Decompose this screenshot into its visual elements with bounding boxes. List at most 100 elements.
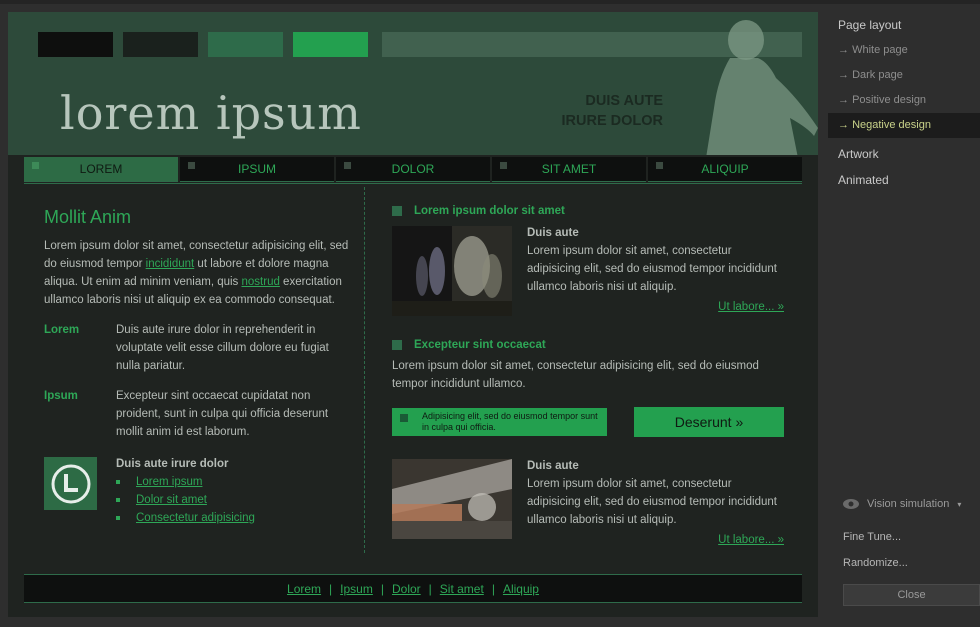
nostrud-link[interactable]: nostrud <box>242 276 280 288</box>
color-swatch-green <box>208 32 283 57</box>
banner: lorem ipsum DUIS AUTE IRURE DOLOR <box>8 12 818 155</box>
promo-row: Adipisicing elit, sed do eiusmod tempor … <box>392 407 784 437</box>
randomize-button[interactable]: Randomize... <box>843 557 908 569</box>
box-link[interactable]: Consectetur adipisicing <box>136 512 255 524</box>
tagline-line1: DUIS AUTE <box>585 93 663 109</box>
eye-icon <box>843 499 859 509</box>
footer-link-ipsum[interactable]: Ipsum <box>340 582 373 596</box>
arrow-right-icon: → <box>838 44 853 56</box>
color-swatch-black <box>38 32 113 57</box>
promo-box: Adipisicing elit, sed do eiusmod tempor … <box>392 408 607 436</box>
link-box-list: Lorem ipsum Dolor sit amet Consectetur a… <box>116 473 255 527</box>
list-item: Consectetur adipisicing <box>116 509 255 527</box>
left-column: Mollit Anim Lorem ipsum dolor sit amet, … <box>44 197 349 527</box>
tagline-line2: IRURE DOLOR <box>561 113 664 129</box>
link-box: Duis aute irure dolor Lorem ipsum Dolor … <box>44 457 349 527</box>
artwork-option[interactable]: Artwork <box>828 141 980 167</box>
tagline: DUIS AUTE IRURE DOLOR <box>562 91 664 131</box>
footer-link-aliquip[interactable]: Aliquip <box>503 582 539 596</box>
section-paragraph: Lorem ipsum dolor sit amet, consectetur … <box>392 360 759 390</box>
color-swatch-bright-green <box>293 32 368 57</box>
left-heading: Mollit Anim <box>44 207 132 227</box>
nav-item-aliquip[interactable]: ALIQUIP <box>648 157 802 182</box>
design-preview: lorem ipsum DUIS AUTE IRURE DOLOR LOREM I… <box>8 12 818 617</box>
read-more-link[interactable]: Ut labore... » <box>527 531 784 549</box>
nav-item-label: IPSUM <box>237 162 276 176</box>
close-button[interactable]: Close <box>843 584 980 606</box>
footer-link-lorem[interactable]: Lorem <box>287 582 321 596</box>
crowd-photo-thumbnail[interactable] <box>392 226 512 316</box>
deserunt-button[interactable]: Deserunt » <box>634 407 784 437</box>
right-column: Lorem ipsum dolor sit amet Duis aute Lor… <box>392 202 784 551</box>
read-more-link[interactable]: Ut labore... » <box>527 298 784 316</box>
article-text: Duis aute Lorem ipsum dolor sit amet, co… <box>527 459 784 551</box>
arrow-right-icon: → <box>838 119 853 131</box>
link-box-title: Duis aute irure dolor <box>116 458 229 470</box>
column-divider <box>364 187 365 553</box>
top-border <box>0 0 980 4</box>
layout-option-dark-page[interactable]: → Dark page <box>828 63 980 88</box>
vision-simulation-dropdown[interactable]: Vision simulation ▾ <box>843 498 961 510</box>
nav-item-dolor[interactable]: DOLOR <box>336 157 490 182</box>
nav-item-lorem[interactable]: LOREM <box>24 157 178 182</box>
animated-option[interactable]: Animated <box>828 167 980 193</box>
square-bullet-icon <box>32 162 39 169</box>
definition-ipsum: Ipsum Excepteur sint occaecat cupidatat … <box>44 387 349 441</box>
section-heading: Excepteur sint occaecat <box>392 336 784 354</box>
box-link[interactable]: Lorem ipsum <box>136 476 202 488</box>
definition-term: Ipsum <box>44 390 78 402</box>
footer-link-sit-amet[interactable]: Sit amet <box>440 582 484 596</box>
layout-option-white-page[interactable]: → White page <box>828 38 980 63</box>
square-bullet-icon <box>392 340 402 350</box>
article-item: Duis aute Lorem ipsum dolor sit amet, co… <box>392 459 784 551</box>
nav-item-label: LOREM <box>79 162 123 176</box>
footer-separator: | <box>491 581 495 596</box>
options-panel: Page layout → White page → Dark page → Pos… <box>828 12 980 622</box>
box-link[interactable]: Dolor sit amet <box>136 494 207 506</box>
section-heading-text: Lorem ipsum dolor sit amet <box>414 205 565 217</box>
woman-silhouette-image <box>706 20 818 155</box>
footer-separator: | <box>380 581 384 596</box>
square-bullet-icon <box>400 414 408 422</box>
definition-lorem: Lorem Duis aute irure dolor in reprehend… <box>44 321 349 375</box>
nav-item-sit-amet[interactable]: SIT AMET <box>492 157 646 182</box>
promo-text: Adipisicing elit, sed do eiusmod tempor … <box>422 411 598 432</box>
vision-simulation-label: Vision simulation <box>867 498 950 510</box>
incididunt-link[interactable]: incididunt <box>146 258 195 270</box>
station-photo-thumbnail[interactable] <box>392 459 512 539</box>
article-title: Duis aute <box>527 227 579 239</box>
article-body: Lorem ipsum dolor sit amet, consectetur … <box>527 245 777 293</box>
arrow-right-icon: → <box>838 69 853 81</box>
chevron-down-icon: ▾ <box>957 499 962 509</box>
page-layout-heading: Page layout <box>838 18 902 32</box>
definition-text: Duis aute irure dolor in reprehenderit i… <box>116 324 329 372</box>
layout-option-negative-design[interactable]: → Negative design <box>828 113 980 138</box>
list-item: Dolor sit amet <box>116 491 255 509</box>
nav-item-label: DOLOR <box>391 162 435 176</box>
article-body: Lorem ipsum dolor sit amet, consectetur … <box>527 478 777 526</box>
footer-nav: Lorem | Ipsum | Dolor | Sit amet | Aliquip <box>24 574 802 603</box>
layout-option-positive-design[interactable]: → Positive design <box>828 88 980 113</box>
square-bullet-icon <box>392 206 402 216</box>
article-title: Duis aute <box>527 460 579 472</box>
color-swatch-dark <box>123 32 198 57</box>
article-item: Duis aute Lorem ipsum dolor sit amet, co… <box>392 226 784 318</box>
square-bullet-icon <box>500 162 507 169</box>
definition-text: Excepteur sint occaecat cupidatat non pr… <box>116 390 329 438</box>
layout-option-label: Positive design <box>852 94 927 106</box>
footer-link-dolor[interactable]: Dolor <box>392 582 421 596</box>
footer-separator: | <box>428 581 432 596</box>
article-text: Duis aute Lorem ipsum dolor sit amet, co… <box>527 226 784 318</box>
nav-item-label: ALIQUIP <box>701 162 749 176</box>
nav-rule <box>24 183 802 184</box>
footer-separator: | <box>329 581 333 596</box>
intro-paragraph: Lorem ipsum dolor sit amet, consectetur … <box>44 237 349 309</box>
layout-option-label: Negative design <box>852 119 931 131</box>
layout-option-label: White page <box>852 44 908 56</box>
fine-tune-button[interactable]: Fine Tune... <box>843 531 901 543</box>
app-window: lorem ipsum DUIS AUTE IRURE DOLOR LOREM I… <box>0 0 980 627</box>
nav-item-ipsum[interactable]: IPSUM <box>180 157 334 182</box>
section-heading: Lorem ipsum dolor sit amet <box>392 202 784 220</box>
main-nav: LOREM IPSUM DOLOR SIT AMET ALIQUIP <box>24 157 802 182</box>
nav-item-label: SIT AMET <box>541 162 597 176</box>
